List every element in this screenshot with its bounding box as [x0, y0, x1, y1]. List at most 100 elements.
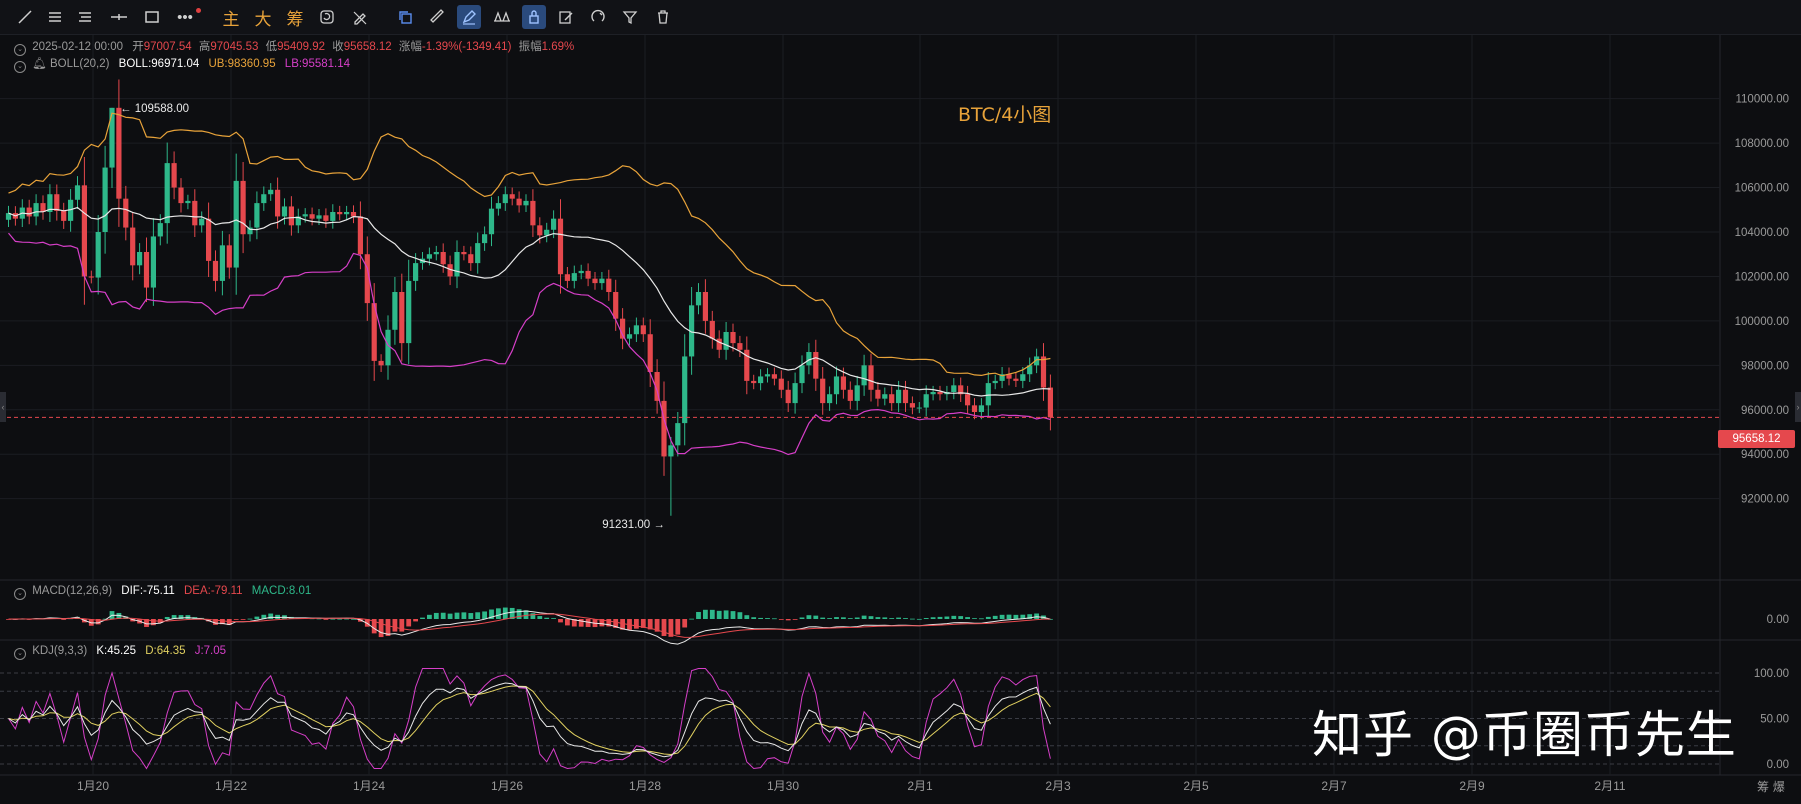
- macd-histogram-bar: [61, 619, 67, 620]
- copy-icon[interactable]: [393, 5, 417, 29]
- candle-body: [309, 214, 315, 219]
- edit-icon[interactable]: [554, 5, 578, 29]
- tab-chips[interactable]: 筹: [282, 5, 308, 30]
- x-tick-label: 2月7: [1321, 779, 1347, 793]
- y-tick-label: 98000.00: [1741, 360, 1789, 372]
- macd-histogram-bar: [903, 618, 908, 619]
- candle-body: [1020, 374, 1026, 381]
- macd-histogram-bar: [772, 618, 777, 620]
- y-tick-label: 110000.00: [1735, 94, 1789, 106]
- candle-body: [440, 252, 446, 265]
- kdj-j: J:7.05: [194, 645, 227, 657]
- corner-text: 筹 爆: [1757, 780, 1785, 794]
- left-edge-handle[interactable]: ‹: [0, 392, 6, 422]
- macd-histogram-bar: [792, 619, 798, 620]
- candle-body: [509, 194, 515, 199]
- macd-histogram-bar: [758, 617, 763, 619]
- collapse-icon[interactable]: ⌄: [14, 44, 26, 56]
- macd-histogram-bar: [916, 618, 922, 620]
- candle-body: [123, 198, 129, 228]
- candle-body: [109, 107, 115, 168]
- last-price-tag: 95658.12: [1718, 430, 1795, 448]
- macd-histogram-bar: [344, 618, 349, 620]
- macd-histogram-bar: [854, 617, 860, 619]
- candle-body: [164, 163, 170, 224]
- price-chart[interactable]: 1月20 1月22 1月24 1月26 1月28 1月30 2月1 2月3 2月5 2月7 2月9 2…: [0, 35, 1801, 804]
- candle-body: [413, 263, 419, 281]
- trend-line-icon[interactable]: [13, 5, 37, 29]
- candle-body: [640, 325, 646, 335]
- candle-body: [723, 332, 729, 350]
- macd-histogram-bar: [861, 615, 867, 619]
- candle-body: [88, 276, 94, 278]
- lock-icon[interactable]: [522, 5, 546, 29]
- macd-histogram-bar: [661, 619, 667, 636]
- kdj-legend: ⌄ KDJ(9,3,3) K:45.25 D:64.35 J:7.05: [14, 645, 226, 660]
- refresh-icon[interactable]: [315, 5, 339, 29]
- macd-histogram-bar: [716, 610, 722, 619]
- rectangle-icon[interactable]: [140, 5, 164, 29]
- macd-histogram-bar: [537, 616, 543, 619]
- macd-histogram-bar: [992, 615, 998, 619]
- candle-body: [875, 389, 881, 399]
- macd-histogram-bar: [778, 619, 784, 620]
- candle-body: [909, 403, 915, 408]
- macd-legend: ⌄ MACD(12,26,9) DIF:-75.11 DEA:-79.11 MA…: [14, 585, 311, 600]
- candle-body: [350, 212, 357, 217]
- candle-body: [199, 218, 205, 226]
- tab-main[interactable]: 主: [218, 5, 244, 30]
- eraser-icon[interactable]: [348, 5, 372, 29]
- candle-body: [357, 216, 363, 255]
- macd-histogram-bar: [420, 617, 425, 619]
- trash-icon[interactable]: [651, 5, 675, 29]
- candle-body: [951, 385, 957, 392]
- right-edge-handle[interactable]: ›: [1795, 392, 1801, 422]
- x-tick-label: 1月28: [629, 779, 661, 793]
- candle-body: [613, 292, 619, 319]
- macd-histogram-bar: [268, 613, 274, 619]
- price-annotation: ← 109588.00: [120, 103, 189, 115]
- magnet-icon[interactable]: [586, 5, 610, 29]
- collapse-icon[interactable]: ⌄: [14, 648, 26, 660]
- macd-histogram-bar: [972, 618, 977, 619]
- candle-body: [902, 389, 909, 404]
- macd-histogram-bar: [558, 619, 563, 623]
- macd-histogram-bar: [682, 619, 688, 628]
- horizontal-lines-icon[interactable]: [43, 5, 67, 29]
- candle-body: [233, 180, 239, 268]
- y-tick-label: 94000.00: [1741, 449, 1789, 461]
- parallel-lines-icon[interactable]: [73, 5, 97, 29]
- bell-icon[interactable]: 🔔︎: [32, 58, 47, 70]
- candle-body: [771, 374, 777, 379]
- macd-histogram-bar: [461, 612, 467, 619]
- collapse-icon[interactable]: ⌄: [14, 61, 26, 73]
- macd-histogram-bar: [578, 619, 584, 627]
- candle-body: [889, 394, 895, 404]
- boll-name: BOLL(20,2): [50, 58, 110, 70]
- candle-body: [668, 445, 674, 457]
- scale-icon[interactable]: [490, 5, 514, 29]
- tab-large[interactable]: 大: [250, 5, 276, 30]
- ohlc-open: 97007.54: [143, 41, 192, 53]
- y-tick-label: 104000.00: [1735, 227, 1789, 239]
- macd-histogram-bar: [820, 617, 826, 619]
- kdj-d: D:64.35: [145, 645, 186, 657]
- pen-icon[interactable]: [457, 5, 481, 29]
- candle-body: [764, 374, 771, 377]
- candle-body: [854, 385, 860, 401]
- candle-body: [95, 232, 101, 278]
- macd-histogram-bar: [910, 618, 915, 620]
- collapse-icon[interactable]: ⌄: [14, 588, 26, 600]
- macd-histogram-bar: [944, 616, 950, 619]
- ohlc-info: ⌄ 2025-02-12 00:00 开97007.54 高97045.53 低…: [14, 38, 574, 56]
- candle-body: [323, 215, 329, 221]
- cross-line-icon[interactable]: [107, 5, 131, 29]
- macd-histogram-bar: [813, 615, 819, 619]
- x-tick-label: 2月11: [1594, 779, 1625, 793]
- filter-icon[interactable]: [618, 5, 642, 29]
- candle-body: [454, 252, 460, 277]
- candle-body: [592, 278, 598, 284]
- macd-histogram-bar: [675, 619, 681, 635]
- more-icon[interactable]: •••: [173, 5, 197, 29]
- ruler-icon[interactable]: [426, 5, 450, 29]
